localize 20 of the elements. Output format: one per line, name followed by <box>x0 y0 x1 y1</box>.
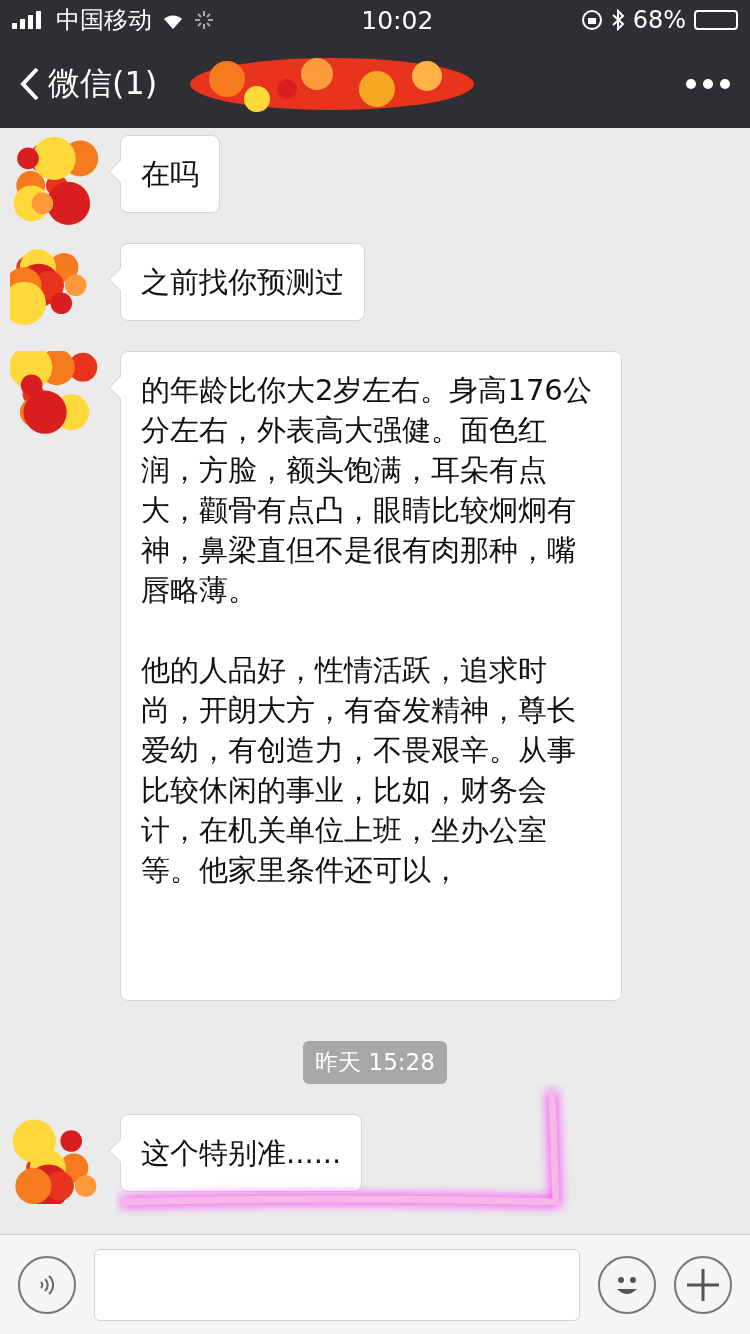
plus-icon <box>685 1266 721 1303</box>
message-text: 之前找你预测过 <box>141 264 344 301</box>
rotation-lock-icon <box>580 9 603 31</box>
more-icon <box>686 78 730 89</box>
back-button[interactable]: 微信(1) <box>20 62 158 106</box>
message-input[interactable] <box>94 1248 580 1321</box>
message-text: 的年龄比你大2岁左右。身高176公分左右，外表高大强健。面色红润，方脸，额头饱满，耳朵有点大，颧骨有点凸，眼睛比较炯炯有神，鼻梁直但不是很有肉那种，嘴唇略薄。 <box>141 372 593 609</box>
message-text: 这个特别准...... <box>141 1135 342 1172</box>
message-text: 在吗 <box>141 156 199 193</box>
message-text: 他的人品好，性情活跃，追求时尚，开朗大方，有奋发精神，尊长爱幼，有创造力，不畏艰辛。从事比较休闲的事业，比如，财务会计，在机关单位上班，坐办公室等。他家里条件还可以， <box>141 652 577 889</box>
loading-icon <box>194 10 214 30</box>
plus-button[interactable] <box>674 1255 732 1314</box>
timestamp: 昨天 15:28 <box>303 1041 447 1084</box>
emoji-button[interactable] <box>598 1255 656 1314</box>
battery-percent: 68% <box>632 6 686 34</box>
carrier-name: 中国移动 <box>56 5 152 36</box>
battery-icon <box>694 10 738 30</box>
clock-time: 10:02 <box>361 5 434 35</box>
bluetooth-icon <box>610 9 625 31</box>
voice-button[interactable] <box>18 1255 76 1314</box>
